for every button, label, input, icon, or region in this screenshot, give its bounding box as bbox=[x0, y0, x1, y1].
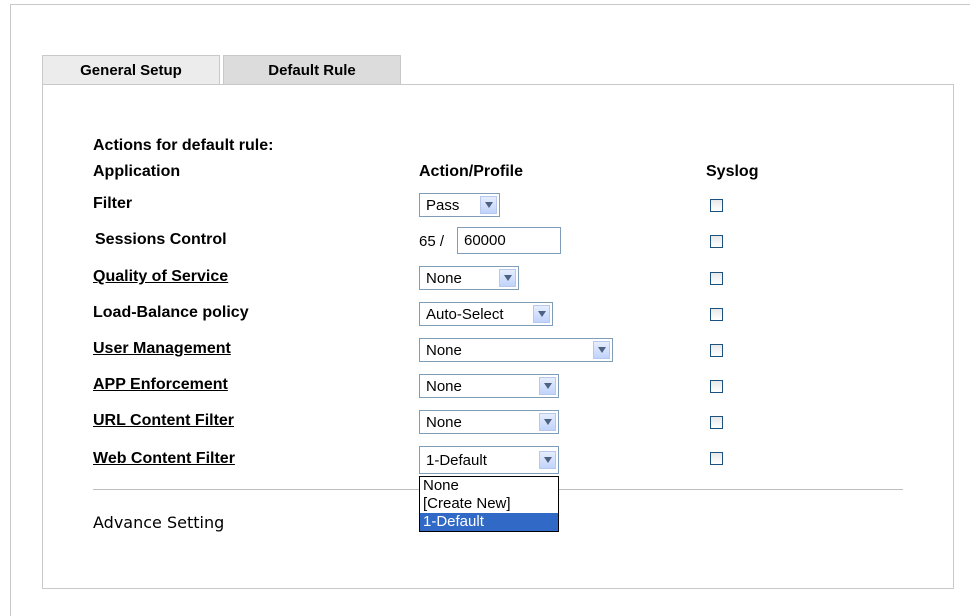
sessions-current-count: 65 / bbox=[419, 233, 445, 250]
web-content-filter-select[interactable]: 1-Default bbox=[419, 446, 559, 474]
tab-general-setup[interactable]: General Setup bbox=[42, 55, 220, 84]
url-content-filter-select[interactable]: None bbox=[419, 410, 559, 434]
dropdown-option-create-new[interactable]: [Create New] bbox=[420, 495, 558, 513]
syslog-checkbox-web-content-filter[interactable] bbox=[710, 452, 723, 465]
link-quality-of-service[interactable]: Quality of Service bbox=[93, 268, 228, 286]
app-enforcement-select-value: None bbox=[426, 378, 462, 395]
app-enforcement-select[interactable]: None bbox=[419, 374, 559, 398]
filter-select-value: Pass bbox=[426, 197, 460, 214]
web-content-filter-select-value: 1-Default bbox=[426, 452, 487, 469]
link-url-content-filter[interactable]: URL Content Filter bbox=[93, 412, 234, 430]
chevron-down-icon bbox=[539, 377, 556, 395]
label-load-balance-policy: Load-Balance policy bbox=[93, 304, 249, 321]
chevron-down-icon bbox=[480, 196, 497, 214]
chevron-down-icon bbox=[539, 451, 556, 469]
link-app-enforcement[interactable]: APP Enforcement bbox=[93, 376, 228, 394]
chevron-down-icon bbox=[499, 269, 516, 287]
dropdown-option-1-default[interactable]: 1-Default bbox=[420, 513, 558, 531]
advance-setting-label: Advance Setting bbox=[93, 513, 225, 532]
header-action-profile: Action/Profile bbox=[419, 163, 524, 180]
chevron-down-icon bbox=[533, 305, 550, 323]
syslog-checkbox-app-enforcement[interactable] bbox=[710, 380, 723, 393]
header-application: Application bbox=[93, 163, 181, 180]
syslog-checkbox-load-balance[interactable] bbox=[710, 308, 723, 321]
load-balance-select[interactable]: Auto-Select bbox=[419, 302, 553, 326]
section-title: Actions for default rule: bbox=[93, 137, 274, 154]
sessions-limit-input[interactable] bbox=[457, 227, 561, 254]
link-web-content-filter[interactable]: Web Content Filter bbox=[93, 450, 235, 468]
syslog-checkbox-filter[interactable] bbox=[710, 199, 723, 212]
url-content-filter-select-value: None bbox=[426, 414, 462, 431]
syslog-checkbox-user-management[interactable] bbox=[710, 344, 723, 357]
link-user-management[interactable]: User Management bbox=[93, 340, 231, 358]
chevron-down-icon bbox=[539, 413, 556, 431]
qos-select[interactable]: None bbox=[419, 266, 519, 290]
label-filter: Filter bbox=[93, 195, 133, 212]
qos-select-value: None bbox=[426, 270, 462, 287]
label-sessions-control: Sessions Control bbox=[95, 231, 227, 248]
tab-default-rule[interactable]: Default Rule bbox=[223, 55, 401, 84]
syslog-checkbox-sessions-control[interactable] bbox=[710, 235, 723, 248]
user-management-select[interactable]: None bbox=[419, 338, 613, 362]
web-content-filter-dropdown-list: None [Create New] 1-Default bbox=[419, 476, 559, 532]
syslog-checkbox-qos[interactable] bbox=[710, 272, 723, 285]
filter-select[interactable]: Pass bbox=[419, 193, 500, 217]
user-management-select-value: None bbox=[426, 342, 462, 359]
load-balance-select-value: Auto-Select bbox=[426, 306, 504, 323]
syslog-checkbox-url-content-filter[interactable] bbox=[710, 416, 723, 429]
chevron-down-icon bbox=[593, 341, 610, 359]
header-syslog: Syslog bbox=[706, 163, 759, 180]
dropdown-option-none[interactable]: None bbox=[420, 477, 558, 495]
